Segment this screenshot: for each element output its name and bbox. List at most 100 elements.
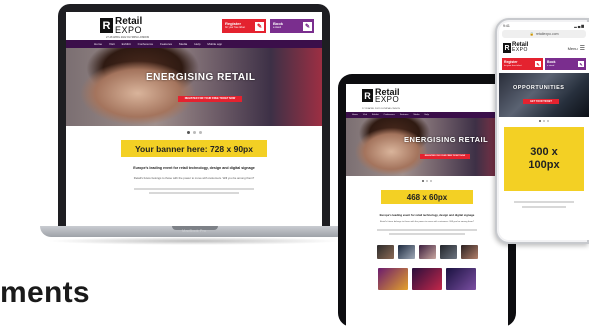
section-headline-fragment: ments	[0, 276, 90, 309]
laptop-screen: R Retail EXPO Register for your free tic…	[66, 12, 322, 226]
nav-item-home[interactable]: Home	[94, 42, 102, 46]
pencil-icon: ✎	[303, 21, 312, 31]
book-sub: a stand	[547, 64, 555, 67]
device-mockup-stage: R Retail EXPO Register for your free tic…	[0, 0, 589, 327]
carousel-dot[interactable]	[192, 131, 196, 134]
logo-wordmark: Retail EXPO	[375, 87, 400, 105]
book-stand-button[interactable]: Book a stand ✎	[270, 19, 314, 33]
carousel-dot[interactable]	[422, 180, 424, 182]
carousel-dot[interactable]	[539, 120, 541, 122]
logo-mark: R	[503, 43, 511, 53]
pencil-icon: ✎	[578, 61, 584, 67]
carousel-dots	[346, 180, 508, 182]
register-sub: for your free ticket	[504, 64, 522, 67]
status-time: 9:41	[503, 24, 510, 28]
photo-thumbnail[interactable]	[446, 268, 476, 290]
nav-item-conference[interactable]: Conference	[384, 114, 395, 116]
signal-icon: ▂▄▆	[574, 24, 585, 28]
lock-icon: 🔒	[529, 32, 534, 36]
logo-wordmark: Retail EXPO	[512, 42, 528, 53]
banner-size-line-2: 100px	[528, 159, 560, 171]
browser-url-bar[interactable]: 🔒 retailexpo.com	[502, 30, 586, 38]
text-placeholder-line	[514, 201, 574, 203]
logo-wordmark: Retail EXPO	[115, 16, 142, 35]
photo-thumbnail[interactable]	[418, 245, 436, 259]
nav-item-home[interactable]: Home	[352, 114, 358, 116]
nav-item-features[interactable]: Features	[400, 114, 409, 116]
nav-item-conference[interactable]: Conference	[138, 42, 154, 46]
nav-item-media[interactable]: Media	[413, 114, 419, 116]
hero-title: ENERGISING RETAIL	[146, 72, 256, 83]
text-placeholder-line	[149, 192, 239, 194]
banner-size-line-1: 300 x	[530, 146, 558, 159]
register-button[interactable]: Register for your free ticket ✎	[222, 19, 266, 33]
register-sub: for your free ticket	[225, 25, 246, 29]
nav-item-exhibit[interactable]: Exhibit	[122, 42, 131, 46]
hero-banner[interactable]: OPPORTUNITIES GET YOUR TICKET	[499, 73, 589, 117]
ad-banner-728x90[interactable]: Your banner here: 728 x 90px	[121, 140, 267, 157]
carousel-dot[interactable]	[430, 180, 432, 182]
photo-grid-row	[346, 268, 508, 290]
photo-thumbnail[interactable]	[460, 245, 478, 259]
carousel-dot[interactable]	[426, 180, 428, 182]
photo-thumbnail[interactable]	[412, 268, 442, 290]
nav-item-media[interactable]: Media	[179, 42, 187, 46]
photo-grid-row	[346, 245, 508, 259]
site-logo[interactable]: R Retail EXPO	[100, 16, 142, 35]
site-tagline: Europe's leading event for retail techno…	[379, 213, 475, 217]
ad-banner-468x60[interactable]: 468 x 60px	[381, 190, 473, 204]
pencil-icon: ✎	[255, 21, 264, 31]
site-subline: Retail's future belongs to those with th…	[379, 221, 475, 223]
hero-cta-button[interactable]: GET YOUR TICKET	[523, 99, 559, 104]
site-tagline: Europe's leading event for retail techno…	[133, 166, 255, 170]
hero-cta-button[interactable]: REGISTER FOR YOUR FREE TICKET NOW	[178, 96, 242, 102]
site-logo[interactable]: R Retail EXPO	[503, 42, 528, 53]
laptop-brand-label: MacBook Pro	[181, 228, 206, 233]
nav-item-mobile-app[interactable]: Mobile app	[207, 42, 222, 46]
main-nav: Home Visit Exhibit Conference Features M…	[66, 40, 322, 48]
carousel-dot[interactable]	[547, 120, 549, 122]
hero-cta-button[interactable]: REGISTER FOR YOUR FREE TICKET NOW	[420, 154, 470, 159]
hero-title: ENERGISING RETAIL	[404, 135, 489, 144]
site-header: R Retail EXPO	[346, 84, 508, 108]
ad-banner-300x100[interactable]: 300 x 100px	[504, 127, 584, 191]
carousel-dots	[66, 131, 322, 134]
text-placeholder-line	[389, 233, 465, 235]
book-text: Book a stand	[547, 60, 555, 67]
laptop-shadow	[46, 237, 342, 245]
hero-banner[interactable]: ENERGISING RETAIL REGISTER FOR YOUR FREE…	[66, 48, 322, 126]
site-logo[interactable]: R Retail EXPO	[362, 87, 400, 105]
site-subline: Retail's future belongs to those with th…	[133, 176, 255, 180]
nav-item-help[interactable]: Help	[424, 114, 429, 116]
phone-status-bar: 9:41 ▂▄▆	[499, 22, 589, 30]
hero-banner[interactable]: ENERGISING RETAIL REGISTER FOR YOUR FREE…	[346, 118, 508, 176]
register-button[interactable]: Register for your free ticket ✎	[502, 58, 543, 70]
nav-item-features[interactable]: Features	[160, 42, 172, 46]
book-stand-button[interactable]: Book a stand ✎	[545, 58, 586, 70]
nav-item-help[interactable]: Help	[194, 42, 200, 46]
carousel-dot[interactable]	[543, 120, 545, 122]
photo-thumbnail[interactable]	[397, 245, 415, 259]
phone-screen: 9:41 ▂▄▆ 🔒 retailexpo.com R Retail EXPO …	[499, 22, 589, 240]
photo-thumbnail[interactable]	[378, 268, 408, 290]
carousel-dots	[499, 120, 589, 122]
logo-mark: R	[100, 18, 113, 34]
carousel-dot[interactable]	[186, 131, 190, 134]
photo-thumbnail[interactable]	[376, 245, 394, 259]
photo-thumbnail[interactable]	[439, 245, 457, 259]
menu-icon: ☰	[579, 45, 585, 52]
nav-item-visit[interactable]: Visit	[363, 114, 367, 116]
header-actions: Register for your free ticket ✎ Book a s…	[499, 58, 589, 70]
book-text: Book a stand	[273, 22, 283, 29]
pencil-icon: ✎	[535, 61, 541, 67]
site-header: R Retail EXPO Menu ☰	[499, 38, 589, 58]
text-placeholder-line	[377, 229, 477, 231]
nav-item-visit[interactable]: Visit	[109, 42, 115, 46]
carousel-dot[interactable]	[198, 131, 202, 134]
logo-mark: R	[362, 89, 373, 103]
mobile-menu-button[interactable]: Menu ☰	[568, 45, 585, 52]
logo-word-expo: EXPO	[375, 95, 400, 105]
nav-item-exhibit[interactable]: Exhibit	[372, 114, 379, 116]
header-actions: Register for your free ticket ✎ Book a s…	[222, 19, 314, 33]
text-placeholder-line	[134, 188, 254, 190]
